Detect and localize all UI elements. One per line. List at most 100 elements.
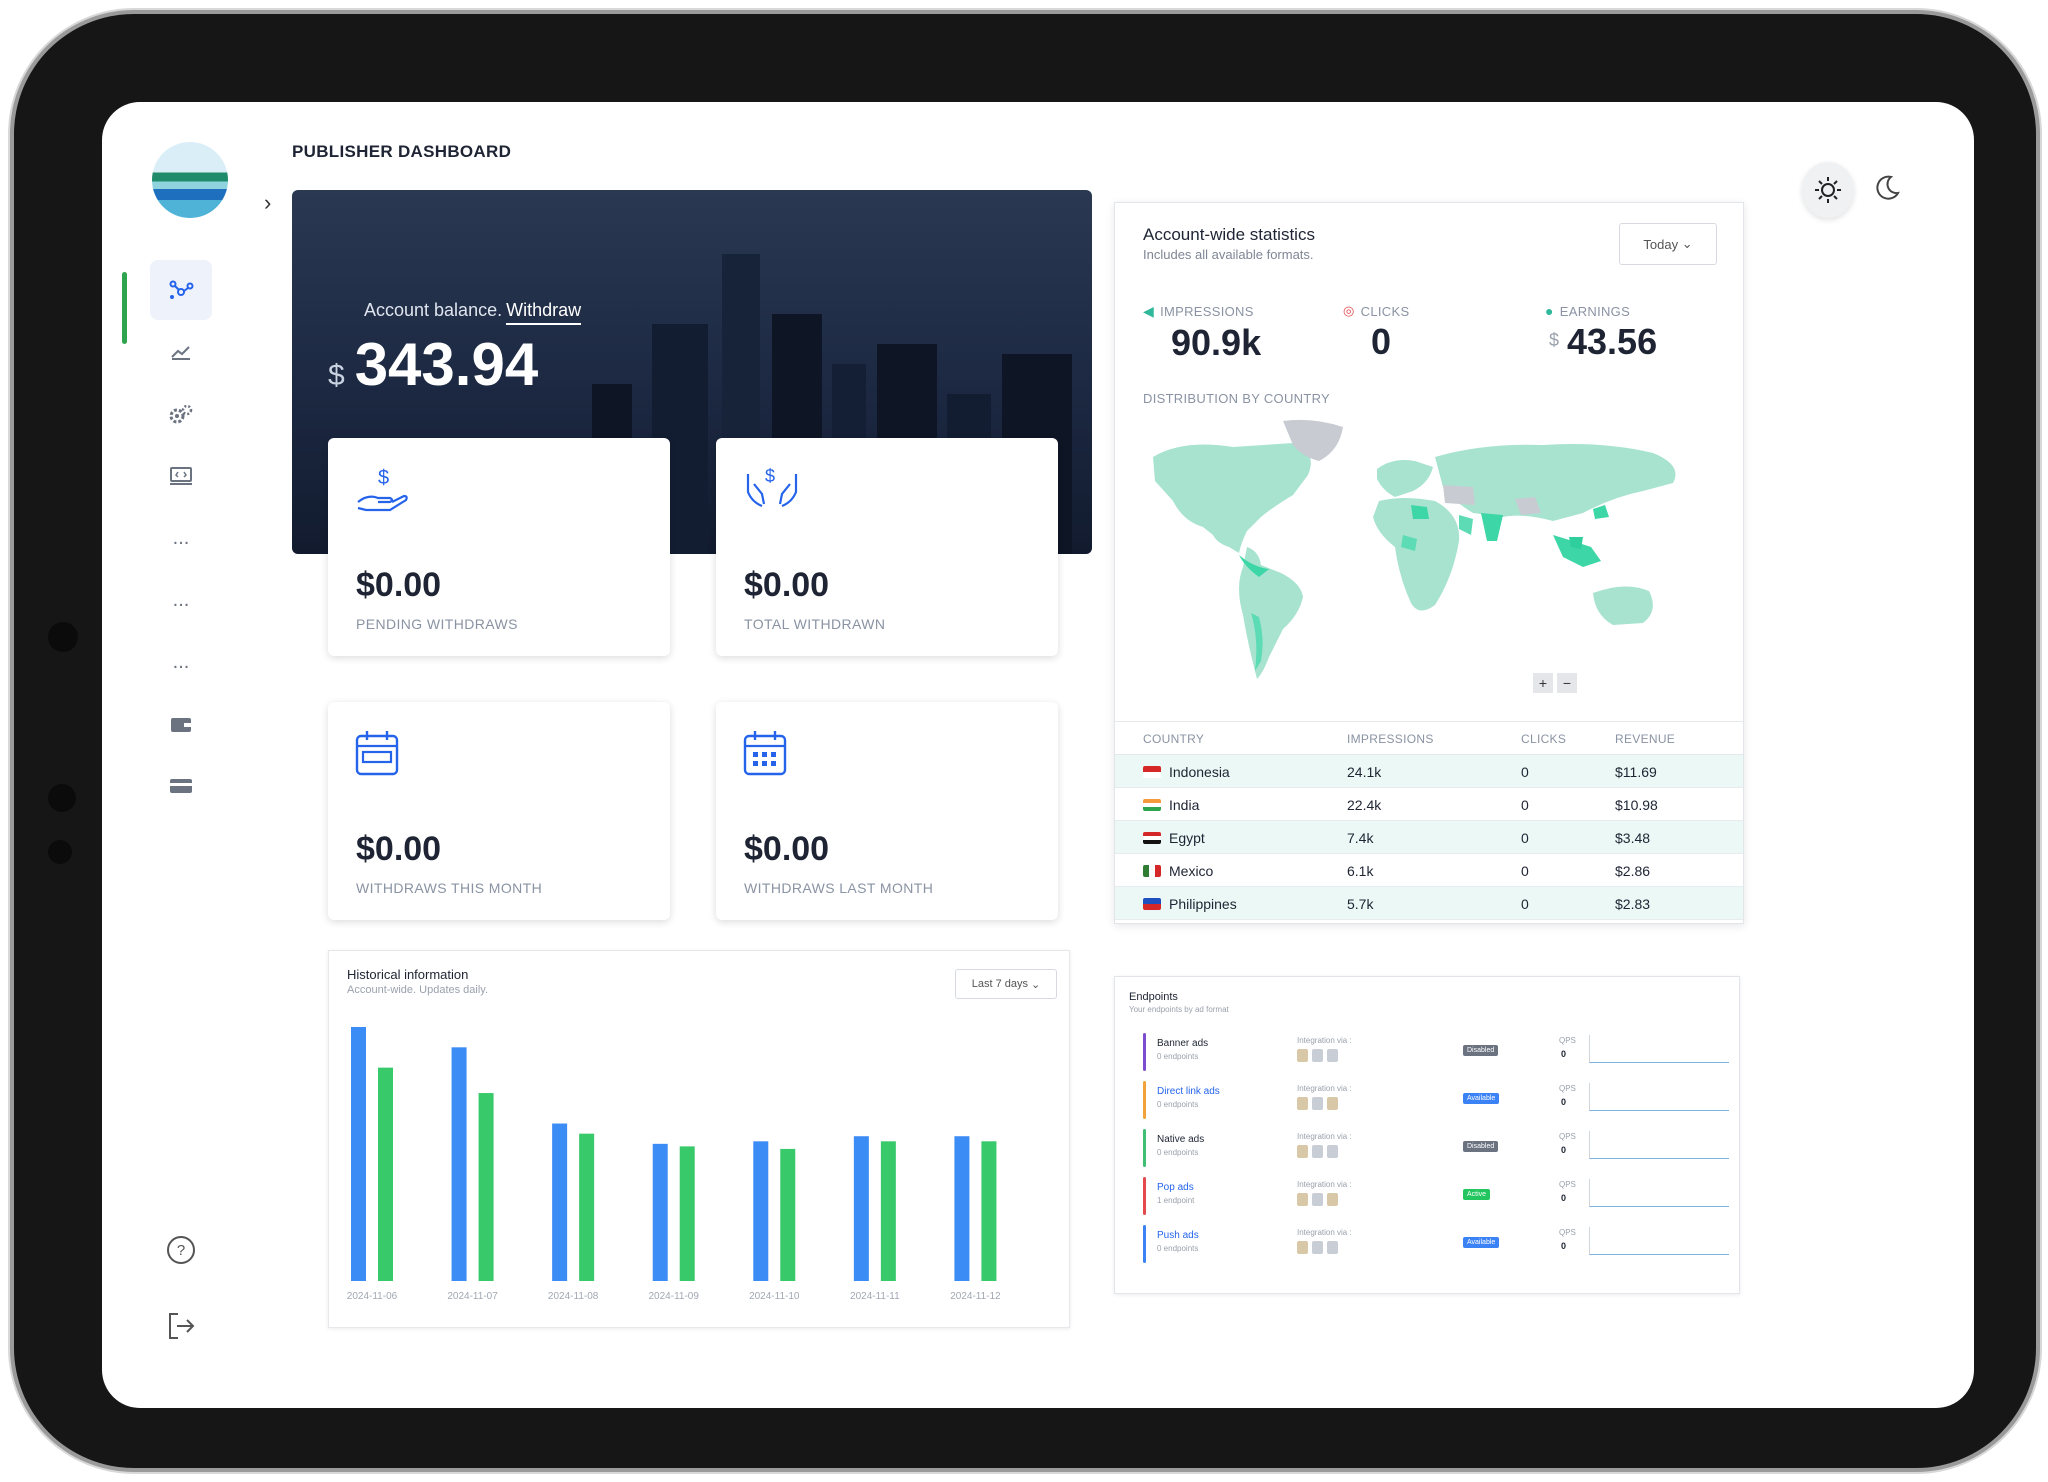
hand-dollar-icon: $	[354, 464, 410, 519]
endpoint-row[interactable]: Push ads 0 endpoints Integration via : A…	[1143, 1225, 1733, 1267]
qps-sparkline	[1589, 1179, 1729, 1207]
stats-range-select[interactable]: Today ⌄	[1619, 223, 1717, 265]
total-withdrawn-card: $ $0.00 TOTAL WITHDRAWN	[716, 438, 1058, 656]
dark-mode-button[interactable]	[1872, 173, 1902, 208]
sidebar-item-more-3[interactable]: ...	[150, 632, 212, 692]
endpoint-row[interactable]: Banner ads 0 endpoints Integration via :…	[1143, 1033, 1733, 1075]
map-zoom-out-button[interactable]: −	[1557, 673, 1577, 693]
qps-label: QPS	[1559, 1036, 1576, 1045]
chart-bar	[351, 1027, 366, 1281]
endpoint-accent	[1143, 1129, 1146, 1167]
impressions-cell: 24.1k	[1347, 764, 1382, 780]
withdraw-link[interactable]: Withdraw	[506, 300, 582, 325]
x-tick-label: 2024-11-09	[649, 1291, 700, 1302]
calendar-icon	[354, 728, 400, 783]
sidebar-item-settings[interactable]	[150, 384, 212, 444]
chart-bar	[478, 1093, 494, 1281]
column-header-country: COUNTRY	[1143, 732, 1205, 746]
country-cell: Indonesia	[1143, 764, 1230, 780]
clicks-cell: 0	[1521, 830, 1529, 846]
endpoint-row[interactable]: Native ads 0 endpoints Integration via :…	[1143, 1129, 1733, 1171]
sensor-dot	[48, 784, 76, 812]
impressions-cell: 5.7k	[1347, 896, 1374, 912]
app-logo[interactable]	[152, 142, 228, 218]
status-badge: Available	[1463, 1093, 1500, 1104]
help-button[interactable]: ?	[150, 1220, 212, 1280]
qps-value: 0	[1561, 1241, 1567, 1251]
card-label: WITHDRAWS LAST MONTH	[744, 880, 934, 896]
chart-bar	[880, 1141, 896, 1281]
earnings-metric: ● EARNINGS $43.56	[1545, 303, 1658, 362]
column-header-revenue: REVENUE	[1615, 732, 1676, 746]
qps-sparkline	[1589, 1035, 1729, 1063]
sidebar-item-more-2[interactable]: ...	[150, 570, 212, 630]
endpoint-accent	[1143, 1081, 1146, 1119]
historical-panel: Historical information Account-wide. Upd…	[328, 950, 1070, 1328]
endpoint-row[interactable]: Direct link ads 0 endpoints Integration …	[1143, 1081, 1733, 1123]
gears-icon	[169, 404, 193, 424]
sidebar-item-payments[interactable]	[150, 756, 212, 816]
historical-bar-chart: 2024-11-06 2024-11-07 2024-11-08 2024-11-09…	[347, 1027, 1001, 1302]
endpoint-accent	[1143, 1177, 1146, 1215]
integration-icons	[1297, 1193, 1338, 1206]
endpoint-name[interactable]: Push ads	[1157, 1230, 1199, 1241]
card-label: WITHDRAWS THIS MONTH	[356, 880, 543, 896]
chart-icon	[171, 346, 190, 360]
card-icon	[170, 779, 192, 793]
clicks-cell: 0	[1521, 863, 1529, 879]
historical-title: Historical information	[347, 967, 469, 982]
qps-label: QPS	[1559, 1228, 1576, 1237]
theme-switcher	[1802, 160, 1902, 220]
distribution-label: DISTRIBUTION BY COUNTRY	[1143, 391, 1330, 406]
card-amount: $0.00	[744, 566, 830, 604]
wallet-icon	[171, 718, 191, 732]
country-cell: Philippines	[1143, 896, 1237, 912]
endpoint-count: 0 endpoints	[1157, 1148, 1199, 1157]
integration-icons	[1297, 1241, 1338, 1254]
svg-text:$: $	[765, 466, 775, 486]
sidebar-item-network[interactable]	[150, 260, 212, 320]
endpoint-count: 0 endpoints	[1157, 1052, 1199, 1061]
qps-label: QPS	[1559, 1180, 1576, 1189]
active-indicator	[122, 272, 127, 344]
world-map	[1153, 419, 1676, 679]
megaphone-icon: ◀	[1143, 303, 1155, 319]
integration-icons	[1297, 1049, 1338, 1062]
endpoint-count: 1 endpoint	[1157, 1196, 1195, 1205]
withdraws-this-month-card: $0.00 WITHDRAWS THIS MONTH	[328, 702, 670, 920]
network-icon	[169, 280, 194, 299]
chart-bar	[780, 1148, 796, 1281]
qps-sparkline	[1589, 1083, 1729, 1111]
card-amount: $0.00	[356, 830, 442, 868]
money-bag-icon: ●	[1545, 303, 1554, 319]
philippines-flag-icon	[1143, 898, 1161, 910]
sidebar-item-statistics[interactable]	[150, 322, 212, 382]
clicks-cell: 0	[1521, 896, 1529, 912]
expand-sidebar-icon[interactable]: ›	[264, 190, 271, 216]
qps-value: 0	[1561, 1097, 1567, 1107]
country-table-header: COUNTRY IMPRESSIONS CLICKS REVENUE	[1115, 721, 1743, 755]
table-row: Egypt 7.4k 0 $3.48	[1115, 821, 1743, 854]
stats-title: Account-wide statistics	[1143, 225, 1315, 244]
endpoint-name: Banner ads	[1157, 1038, 1209, 1049]
x-tick-label: 2024-11-07	[447, 1291, 498, 1302]
endpoint-name[interactable]: Pop ads	[1157, 1182, 1194, 1193]
earnings-value: $43.56	[1549, 321, 1658, 362]
endpoint-name[interactable]: Direct link ads	[1157, 1086, 1220, 1097]
qps-value: 0	[1561, 1049, 1567, 1059]
sidebar-item-sites[interactable]	[150, 446, 212, 506]
svg-text:?: ?	[177, 1242, 185, 1259]
sensor-dot	[48, 840, 72, 864]
light-mode-button[interactable]	[1802, 162, 1854, 218]
endpoint-row[interactable]: Pop ads 1 endpoint Integration via : Act…	[1143, 1177, 1733, 1219]
sidebar-item-more-1[interactable]: ...	[150, 508, 212, 568]
page-title: PUBLISHER DASHBOARD	[292, 142, 512, 161]
endpoint-count: 0 endpoints	[1157, 1100, 1199, 1109]
table-row: India 22.4k 0 $10.98	[1115, 788, 1743, 821]
logout-button[interactable]	[150, 1296, 212, 1356]
map-zoom-in-button[interactable]: +	[1533, 673, 1553, 693]
endpoints-panel: Endpoints Your endpoints by ad format Ba…	[1114, 976, 1740, 1294]
sidebar-item-wallet[interactable]	[150, 694, 212, 754]
pending-withdraws-card: $ $0.00 PENDING WITHDRAWS	[328, 438, 670, 656]
indonesia-flag-icon	[1143, 766, 1161, 778]
